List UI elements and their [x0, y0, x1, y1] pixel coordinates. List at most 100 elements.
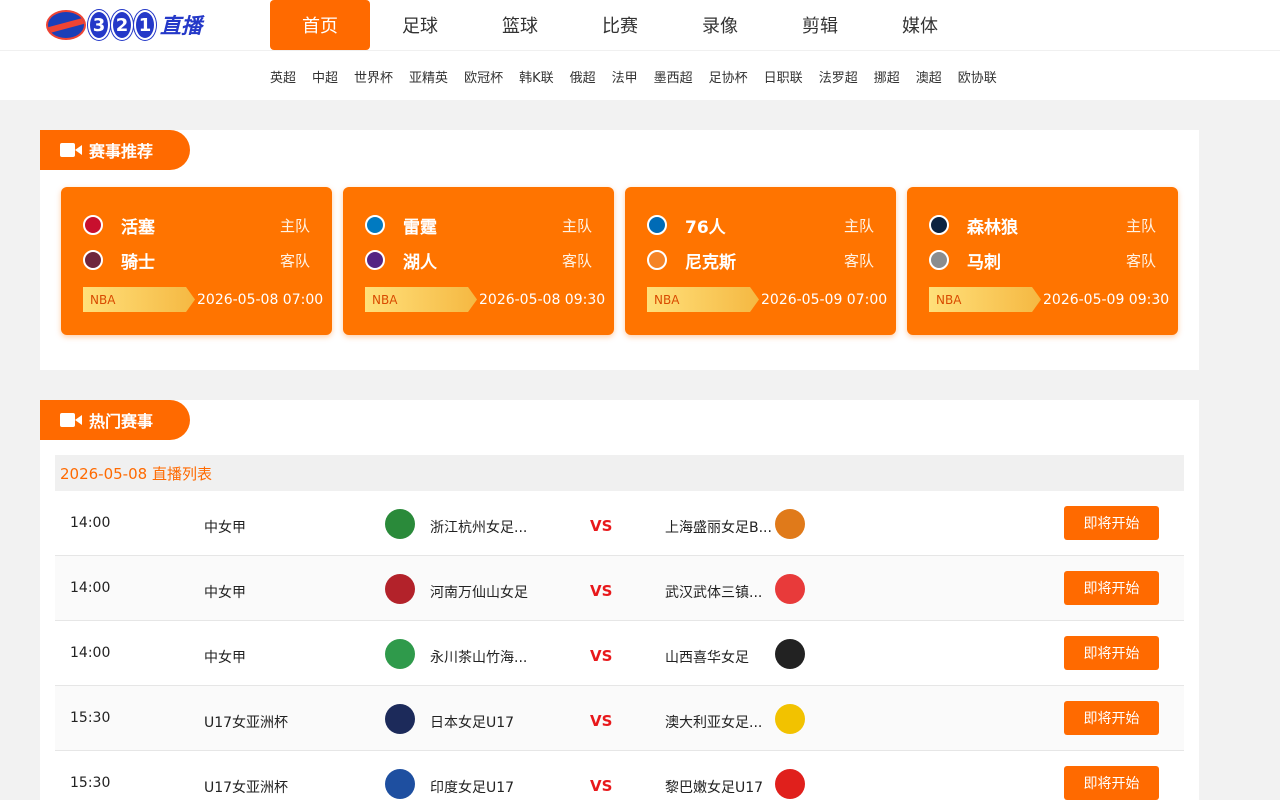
home-team-name[interactable]: 日本女足U17	[430, 712, 570, 732]
home-team-logo-icon	[385, 574, 415, 604]
vs-label: VS	[590, 712, 613, 730]
team-logo-icon	[83, 250, 103, 270]
vs-label: VS	[590, 647, 613, 665]
league-tag: NBA	[83, 287, 195, 312]
away-team-name: 湖人	[403, 252, 437, 273]
site-logo[interactable]: 3 2 1 直播	[46, 6, 212, 44]
league-nav-item[interactable]: 俄超	[562, 67, 604, 86]
home-team-name[interactable]: 浙江杭州女足...	[430, 517, 570, 537]
league-nav-item[interactable]: 法罗超	[811, 67, 866, 86]
away-team-row: 湖人 客队	[365, 249, 592, 273]
league-name: 中女甲	[204, 585, 246, 601]
main-nav-item-football[interactable]: 足球	[370, 0, 470, 50]
match-time: 2026-05-08 09:30	[479, 291, 606, 308]
league-nav-item[interactable]: 英超	[262, 67, 304, 86]
league-nav-item[interactable]: 澳超	[908, 67, 950, 86]
away-team-name: 尼克斯	[685, 252, 736, 273]
match-row: 15:30 U17女亚洲杯 日本女足U17 VS 澳大利亚女足... 即将开始	[55, 686, 1184, 751]
home-team-row: 森林狼 主队	[929, 214, 1156, 238]
away-team-name[interactable]: 黎巴嫩女足U17	[665, 777, 780, 797]
away-team-logo-icon	[775, 574, 805, 604]
recommend-panel-header: 赛事推荐	[40, 130, 190, 170]
kickoff-time: 14:00	[70, 580, 111, 596]
away-team-name: 马刺	[967, 252, 1001, 273]
match-row: 14:00 中女甲 永川茶山竹海... VS 山西喜华女足 即将开始	[55, 621, 1184, 686]
away-team-logo-icon	[775, 509, 805, 539]
match-card[interactable]: 森林狼 主队 马刺 客队 NBA 2026-05-09 09:30	[907, 187, 1178, 335]
main-nav-item-matches[interactable]: 比赛	[570, 0, 670, 50]
league-nav-item[interactable]: 世界杯	[346, 67, 401, 86]
match-status-button[interactable]: 即将开始	[1064, 506, 1159, 540]
kickoff-time: 14:00	[70, 645, 111, 661]
main-nav-item-media[interactable]: 媒体	[870, 0, 970, 50]
match-meta: NBA 2026-05-08 09:30	[365, 287, 605, 312]
home-role-label: 主队	[561, 216, 592, 235]
league-bar: 英超 中超 世界杯 亚精英 欧冠杯 韩K联 俄超 法甲 墨西超 足协杯 日职联 …	[0, 50, 1280, 100]
home-team-logo-icon	[385, 639, 415, 669]
recommend-card-list: 活塞 主队 骑士 客队 NBA 2026-05-08 07:00 雷霆 主队 湖…	[61, 187, 1189, 335]
main-nav-item-clips[interactable]: 剪辑	[770, 0, 870, 50]
match-row: 14:00 中女甲 浙江杭州女足... VS 上海盛丽女足B... 即将开始	[55, 491, 1184, 556]
team-logo-icon	[647, 215, 667, 235]
home-team-logo-icon	[385, 704, 415, 734]
match-meta: NBA 2026-05-08 07:00	[83, 287, 323, 312]
main-nav-item-basketball[interactable]: 篮球	[470, 0, 570, 50]
team-logo-icon	[929, 215, 949, 235]
match-card[interactable]: 76人 主队 尼克斯 客队 NBA 2026-05-09 07:00	[625, 187, 896, 335]
away-role-label: 客队	[561, 251, 592, 270]
match-status-button[interactable]: 即将开始	[1064, 766, 1159, 800]
away-team-row: 马刺 客队	[929, 249, 1156, 273]
home-team-name: 森林狼	[967, 217, 1018, 238]
away-team-name[interactable]: 上海盛丽女足B...	[665, 517, 780, 537]
league-nav-item[interactable]: 亚精英	[401, 67, 456, 86]
away-team-name[interactable]: 山西喜华女足	[665, 647, 780, 667]
away-team-name[interactable]: 澳大利亚女足...	[665, 712, 780, 732]
match-status-button[interactable]: 即将开始	[1064, 636, 1159, 670]
league-name: U17女亚洲杯	[204, 780, 289, 796]
league-tag: NBA	[365, 287, 477, 312]
video-camera-icon	[60, 143, 82, 157]
home-team-name[interactable]: 印度女足U17	[430, 777, 570, 797]
vs-label: VS	[590, 582, 613, 600]
video-camera-icon	[60, 413, 82, 427]
league-nav-item[interactable]: 欧冠杯	[456, 67, 511, 86]
home-role-label: 主队	[1125, 216, 1156, 235]
match-card[interactable]: 活塞 主队 骑士 客队 NBA 2026-05-08 07:00	[61, 187, 332, 335]
match-status-button[interactable]: 即将开始	[1064, 571, 1159, 605]
home-team-name: 雷霆	[403, 217, 437, 238]
main-nav-item-home[interactable]: 首页	[270, 0, 370, 50]
kickoff-time: 15:30	[70, 775, 111, 791]
match-time: 2026-05-08 07:00	[197, 291, 324, 308]
home-team-name: 活塞	[121, 217, 155, 238]
team-logo-icon	[647, 250, 667, 270]
away-team-logo-icon	[775, 704, 805, 734]
recommend-panel: 赛事推荐 活塞 主队 骑士 客队 NBA 2026-05-08 07:00 雷霆…	[40, 130, 1199, 370]
league-nav-item[interactable]: 墨西超	[646, 67, 701, 86]
logo-digit: 1	[134, 10, 156, 40]
match-meta: NBA 2026-05-09 09:30	[929, 287, 1169, 312]
logo-text: 直播	[160, 14, 202, 38]
league-tag: NBA	[647, 287, 759, 312]
team-logo-icon	[83, 215, 103, 235]
match-row: 14:00 中女甲 河南万仙山女足 VS 武汉武体三镇... 即将开始	[55, 556, 1184, 621]
league-nav-item[interactable]: 挪超	[866, 67, 908, 86]
away-team-name[interactable]: 武汉武体三镇...	[665, 582, 780, 602]
away-team-row: 尼克斯 客队	[647, 249, 874, 273]
league-nav-item[interactable]: 法甲	[604, 67, 646, 86]
league-tag: NBA	[929, 287, 1041, 312]
match-card[interactable]: 雷霆 主队 湖人 客队 NBA 2026-05-08 09:30	[343, 187, 614, 335]
league-nav-item[interactable]: 中超	[304, 67, 346, 86]
kickoff-time: 15:30	[70, 710, 111, 726]
league-nav-item[interactable]: 日职联	[756, 67, 811, 86]
league-nav-item[interactable]: 欧协联	[950, 67, 1005, 86]
home-team-name[interactable]: 永川茶山竹海...	[430, 647, 570, 667]
main-nav-item-replays[interactable]: 录像	[670, 0, 770, 50]
vs-label: VS	[590, 517, 613, 535]
home-team-row: 雷霆 主队	[365, 214, 592, 238]
home-team-name[interactable]: 河南万仙山女足	[430, 582, 570, 602]
league-nav-item[interactable]: 足协杯	[701, 67, 756, 86]
away-team-name: 骑士	[121, 252, 155, 273]
hot-matches-panel: 热门赛事 2026-05-08 直播列表 14:00 中女甲 浙江杭州女足...…	[40, 400, 1199, 800]
match-status-button[interactable]: 即将开始	[1064, 701, 1159, 735]
league-nav-item[interactable]: 韩K联	[511, 67, 562, 86]
